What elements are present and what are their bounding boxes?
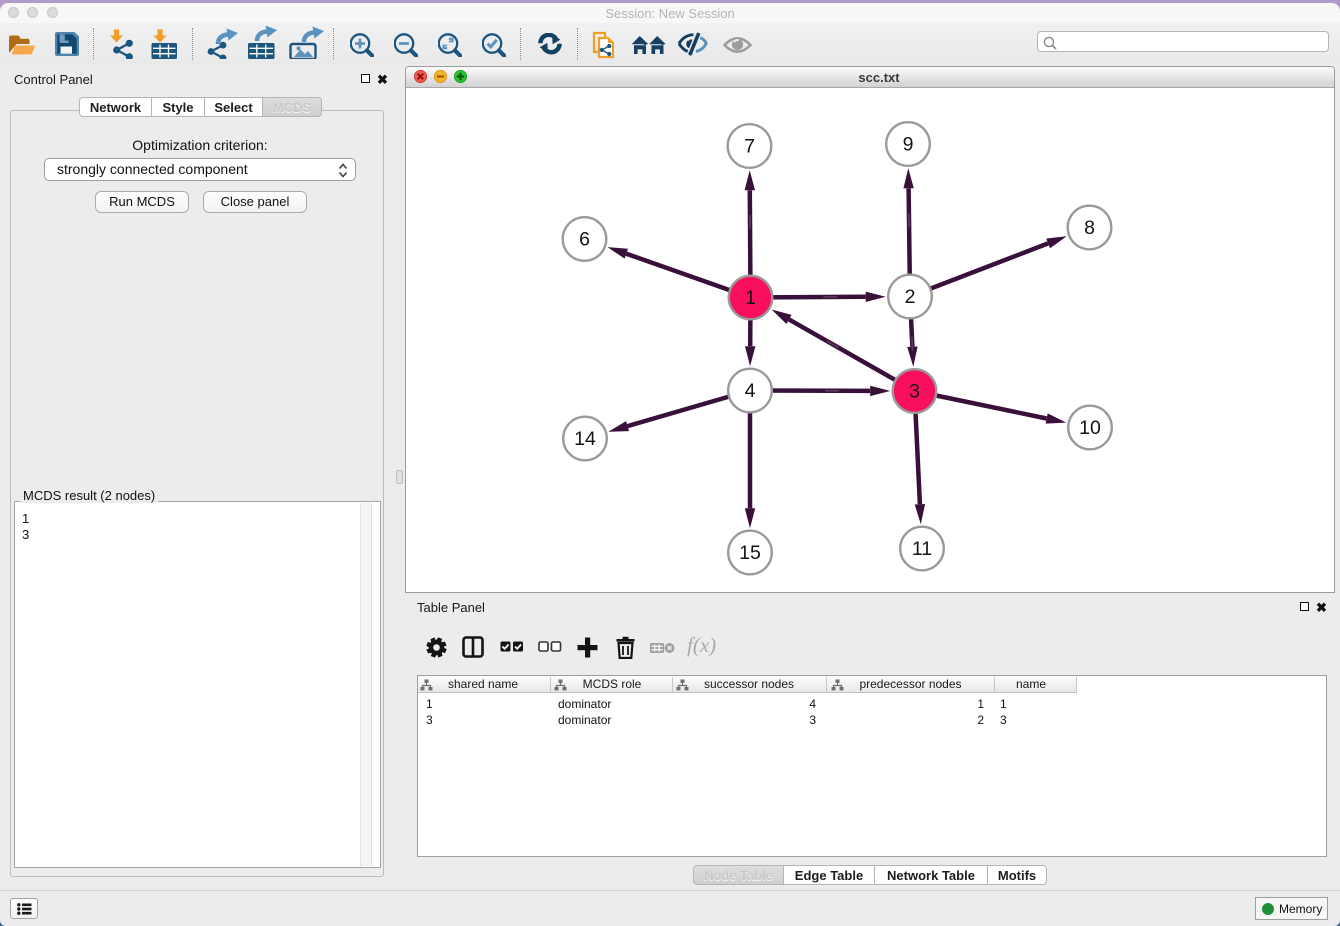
svg-text:15: 15 bbox=[739, 542, 761, 564]
svg-text:3: 3 bbox=[909, 381, 920, 403]
svg-text:6: 6 bbox=[579, 229, 590, 251]
svg-text:4: 4 bbox=[745, 380, 756, 402]
svg-text:14: 14 bbox=[574, 428, 596, 450]
svg-text:11: 11 bbox=[912, 538, 932, 560]
svg-text:10: 10 bbox=[1079, 417, 1101, 439]
svg-text:8: 8 bbox=[1084, 217, 1095, 239]
svg-text:1: 1 bbox=[745, 287, 756, 309]
svg-text:7: 7 bbox=[744, 136, 755, 158]
svg-text:9: 9 bbox=[903, 134, 914, 156]
svg-text:2: 2 bbox=[905, 286, 916, 308]
